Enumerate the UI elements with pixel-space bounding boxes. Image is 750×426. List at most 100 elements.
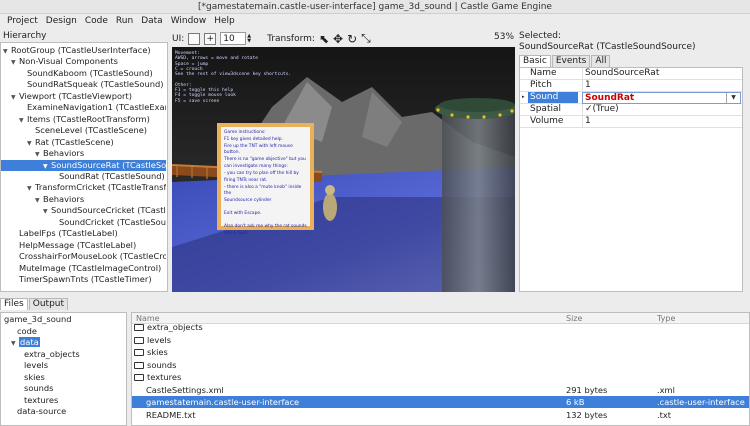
prop-row-name[interactable]: Name SoundSourceRat <box>520 68 742 80</box>
hierarchy-item[interactable]: CrosshairForMouseLook (TCastleCrossha <box>1 251 166 262</box>
files-tree-label: game_3d_sound <box>4 314 72 324</box>
hierarchy-item[interactable]: SceneLevel (TCastleScene) <box>1 125 166 136</box>
files-tree-item[interactable]: code <box>11 326 37 337</box>
files-tree-item[interactable]: skies <box>18 372 45 383</box>
prop-row-volume[interactable]: Volume 1 <box>520 116 742 128</box>
hierarchy-item[interactable]: ▼ Viewport (TCastleViewport) <box>1 91 166 102</box>
expand-arrow-icon[interactable]: ▼ <box>11 57 19 67</box>
hierarchy-tree[interactable]: ▼ RootGroup (TCastleUserInterface) ▼ Non-Vi… <box>0 42 168 292</box>
zoom-spin-input[interactable]: 10 <box>220 32 247 45</box>
files-tree-item[interactable]: levels <box>18 360 48 371</box>
file-row[interactable]: textures <box>132 371 749 383</box>
hierarchy-item[interactable]: ▼ RootGroup (TCastleUserInterface) <box>1 45 166 56</box>
prop-value[interactable]: 1 <box>582 116 740 127</box>
instruction-line: Fire up the TNT with left mouse button. <box>224 144 293 155</box>
tab-files[interactable]: Files <box>0 298 28 310</box>
hierarchy-item[interactable]: SoundRat (TCastleSound) <box>1 171 166 182</box>
tab-output[interactable]: Output <box>28 298 69 310</box>
hierarchy-item[interactable]: HelpMessage (TCastleLabel) <box>1 240 166 251</box>
menu-code[interactable]: Code <box>81 14 112 29</box>
files-tree-item[interactable]: extra_objects <box>18 349 80 360</box>
prop-row-spatial[interactable]: Spatial ✓(True) <box>520 104 742 116</box>
expand-arrow-icon[interactable]: ▼ <box>27 138 35 148</box>
hierarchy-item[interactable]: LabelFps (TCastleLabel) <box>1 228 166 239</box>
files-tree-item[interactable]: game_3d_sound <box>4 314 72 325</box>
checkmark-icon[interactable]: ✓ <box>585 104 593 114</box>
hierarchy-item[interactable]: ExamineNavigation1 (TCastleExamineN <box>1 102 166 113</box>
prop-value[interactable]: 1 <box>582 80 740 91</box>
files-tree-item[interactable]: data-source <box>11 406 66 417</box>
prop-row-pitch[interactable]: Pitch 1 <box>520 80 742 92</box>
hierarchy-label: Hierarchy <box>3 31 47 41</box>
expand-arrow-icon[interactable]: ▼ <box>19 115 27 125</box>
file-name: sounds <box>147 359 177 370</box>
hierarchy-item[interactable]: SoundKaboom (TCastleSound) <box>1 68 166 79</box>
instruction-line: firing TNTs near rat. <box>224 178 268 183</box>
prop-value[interactable]: ✓(True) <box>582 104 740 115</box>
expand-arrow-icon[interactable]: ▼ <box>3 46 11 56</box>
menu-help[interactable]: Help <box>210 14 239 29</box>
expand-arrow-icon[interactable]: ▼ <box>43 206 51 216</box>
file-row[interactable]: sounds <box>132 359 749 371</box>
scale-icon[interactable]: ⤡ <box>361 31 371 46</box>
files-tree-item[interactable]: ▼ data <box>11 337 40 348</box>
expand-arrow-icon[interactable]: ▼ <box>43 161 51 171</box>
sound-combo[interactable]: SoundRat ▼ <box>582 92 741 104</box>
hierarchy-item[interactable]: ▼TransformCricket (TCastleTransform <box>1 182 166 193</box>
move-icon[interactable]: ✥ <box>333 32 343 46</box>
files-tree-item[interactable]: textures <box>18 395 58 406</box>
hierarchy-item[interactable]: MuteImage (TCastleImageControl) <box>1 263 166 274</box>
menu-data[interactable]: Data <box>137 14 167 29</box>
tab-all[interactable]: All <box>591 55 611 67</box>
tab-events[interactable]: Events <box>551 55 591 67</box>
hierarchy-item[interactable]: ▼ Non-Visual Components <box>1 56 166 67</box>
rotate-icon[interactable]: ↻ <box>347 32 357 46</box>
hierarchy-item-label: SoundSourceCricket (TCastleSo <box>51 205 166 216</box>
hierarchy-item[interactable]: SoundCricket (TCastleSound) <box>1 217 166 228</box>
hierarchy-item[interactable]: ▼ Behaviors <box>1 194 166 205</box>
folder-icon <box>134 361 144 369</box>
select-pointer-icon[interactable]: ⬉ <box>319 32 329 46</box>
menu-window[interactable]: Window <box>167 14 211 29</box>
file-row[interactable]: CastleSettings.xml 291 bytes .xml <box>132 384 749 396</box>
expand-arrow-icon[interactable]: ▼ <box>35 195 43 205</box>
zoom-percent: 53% <box>494 32 515 42</box>
prop-value[interactable]: SoundSourceRat <box>582 68 740 79</box>
prop-row-sound[interactable]: ▸ Sound SoundRat ▼ <box>520 92 742 104</box>
hierarchy-item[interactable]: ▼SoundSourceCricket (TCastleSo <box>1 205 166 216</box>
menu-design[interactable]: Design <box>42 14 81 29</box>
file-row[interactable]: skies <box>132 346 749 358</box>
expand-arrow-icon[interactable]: ▼ <box>11 92 19 102</box>
hierarchy-item-label: SoundSourceRat (TCastleSoundS <box>51 159 166 170</box>
ui-rect-button[interactable] <box>188 32 201 45</box>
hierarchy-item-label: Rat (TCastleScene) <box>35 136 114 147</box>
files-list[interactable]: Name Size Type extra_objects levels skies s… <box>131 312 750 426</box>
file-row[interactable]: levels <box>132 334 749 346</box>
hierarchy-item[interactable]: ▼ Items (TCastleRootTransform) <box>1 114 166 125</box>
design-toolbar: UI: + 10 ▲ ▼ Transform: ⬉ ✥ ↻ ⤡ <box>172 30 516 47</box>
menu-run[interactable]: Run <box>112 14 137 29</box>
files-tree[interactable]: game_3d_soundcode ▼ data extra_objects level… <box>0 312 127 426</box>
hierarchy-item[interactable]: ▼ Behaviors <box>1 148 166 159</box>
hierarchy-item[interactable]: TimerSpawnTnts (TCastleTimer) <box>1 274 166 285</box>
menu-project[interactable]: Project <box>3 14 42 29</box>
hierarchy-item[interactable]: ▼SoundSourceRat (TCastleSoundS <box>1 159 166 171</box>
hierarchy-item[interactable]: ▼ Rat (TCastleScene) <box>1 137 166 148</box>
file-row[interactable]: README.txt 132 bytes .txt <box>132 409 749 421</box>
ui-add-button[interactable]: + <box>204 32 217 45</box>
file-row[interactable]: extra_objects <box>132 321 749 333</box>
files-tree-label: textures <box>24 394 59 405</box>
hierarchy-item-label: SceneLevel (TCastleScene) <box>35 125 148 136</box>
chevron-down-icon[interactable]: ▼ <box>726 93 740 103</box>
spin-arrows-icon[interactable]: ▲ ▼ <box>247 33 251 44</box>
files-tree-label: skies <box>24 371 45 382</box>
expand-arrow-icon[interactable]: ▼ <box>27 183 35 193</box>
hierarchy-item[interactable]: SoundRatSqueak (TCastleSound) <box>1 79 166 90</box>
instruction-line: Exit with Escape. <box>224 211 262 216</box>
instruction-line: Also don't ask me why the rat sounds <box>224 224 307 229</box>
files-tree-item[interactable]: sounds <box>18 383 54 394</box>
tab-basic[interactable]: Basic <box>519 55 551 67</box>
inspector-tabs: Basic Events All <box>519 55 611 67</box>
file-row[interactable]: gamestatemain.castle-user-interface 6 kB.… <box>132 396 749 408</box>
expand-arrow-icon[interactable]: ▼ <box>35 149 43 159</box>
